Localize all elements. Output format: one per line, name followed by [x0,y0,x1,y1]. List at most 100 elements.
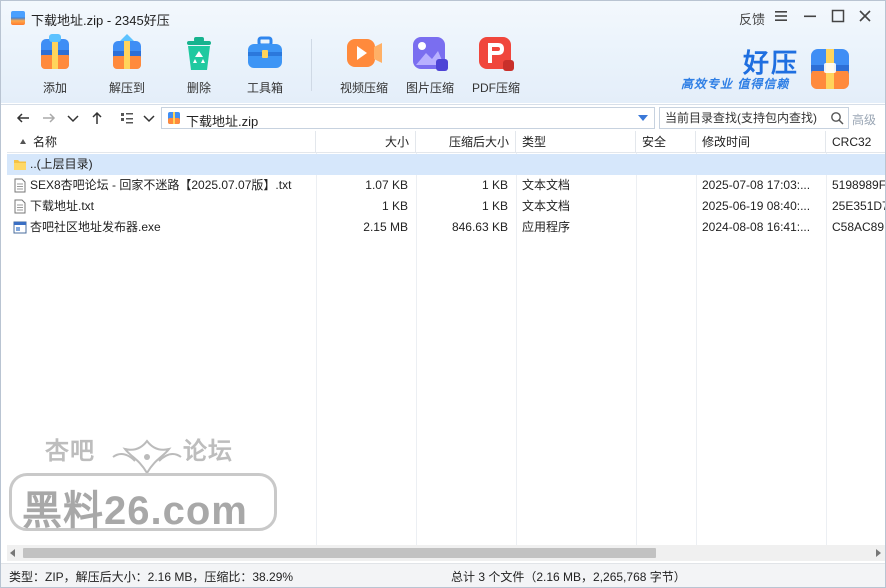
zip-archive-icon [168,112,180,124]
toolbox-button[interactable]: 工具箱 [235,33,295,99]
path-dropdown-icon[interactable] [638,115,648,121]
table-row-parent-dir[interactable]: ..(上层目录) [7,154,885,175]
row-modified: 2024-08-08 16:41:... [702,220,811,234]
row-size: 1.07 KB [365,178,408,192]
column-size-label: 大小 [384,135,409,149]
row-packed: 1 KB [481,199,508,213]
row-crc: C58AC89 [832,220,885,234]
row-packed: 1 KB [481,178,508,192]
video-compress-button[interactable]: 视频压缩 [334,33,394,99]
folder-icon [14,160,26,170]
path-text: 下载地址.zip [186,114,259,129]
delete-button-label: 删除 [186,81,211,95]
image-compress-button[interactable]: 图片压缩 [400,33,460,99]
image-compress-label: 图片压缩 [405,81,454,95]
column-crc-label: CRC32 [832,135,872,149]
up-arrow-icon[interactable] [89,110,105,126]
package-add-icon [41,34,69,69]
column-header-packed[interactable]: 压缩后大小 [416,131,516,153]
sort-ascending-icon [20,139,26,144]
row-type: 文本文档 [522,199,571,213]
row-crc: 5198989F [832,178,885,192]
toolbox-button-label: 工具箱 [246,81,283,95]
add-button-label: 添加 [42,81,67,95]
recycle-icon [187,37,211,70]
add-button[interactable]: 添加 [25,33,85,99]
extract-button-label: 解压到 [108,81,145,95]
scroll-right-icon[interactable] [876,549,881,557]
scrollbar-thumb[interactable] [23,548,656,558]
row-crc: 25E351D7 [832,199,885,213]
view-dropdown-icon[interactable] [141,110,157,126]
status-total-info: 总计 3 个文件（2.16 MB，2,265,768 字节） [451,570,686,584]
image-compress-icon [413,37,448,71]
haozip-logo-icon [811,49,849,89]
row-packed: 846.63 KB [451,220,508,234]
row-name: ..(上层目录) [30,157,93,171]
search-input[interactable] [660,108,826,128]
toolbar-separator [311,39,312,91]
brand-banner: 好压 高效专业 值得信赖 [679,41,879,95]
search-box[interactable] [659,107,849,129]
status-bar: 类型：ZIP，解压后大小：2.16 MB，压缩比：38.29% 总计 3 个文件… [1,563,885,587]
column-header-type[interactable]: 类型 [516,131,636,153]
history-dropdown-icon[interactable] [65,110,81,126]
video-compress-label: 视频压缩 [339,81,388,95]
window-title: 下载地址.zip - 2345好压 [31,13,170,28]
row-modified: 2025-07-08 17:03:... [702,178,811,192]
feedback-link[interactable]: 反馈 [739,9,765,28]
back-arrow-icon[interactable] [15,110,31,126]
column-type-label: 类型 [522,135,547,149]
status-archive-info: 类型：ZIP，解压后大小：2.16 MB，压缩比：38.29% [9,570,294,584]
maximize-icon[interactable] [830,8,846,24]
row-name: 杏吧社区地址发布器.exe [30,220,161,234]
package-extract-icon [113,34,141,69]
column-name-label: 名称 [33,135,58,149]
archive-window: 下载地址.zip - 2345好压 反馈 添加 解压到 删除 工具箱 视频压缩 … [0,0,886,588]
advanced-search-link[interactable]: 高级 [852,111,876,128]
pdf-compress-label: PDF压缩 [471,81,520,95]
brand-slogan: 高效专业 值得信赖 [681,77,790,91]
table-row[interactable]: 杏吧社区地址发布器.exe 2.15 MB 846.63 KB 应用程序 202… [7,217,885,238]
row-size: 2.15 MB [363,220,408,234]
search-icon[interactable] [830,111,844,125]
header-band: 下载地址.zip - 2345好压 反馈 添加 解压到 删除 工具箱 视频压缩 … [1,1,885,103]
app-logo-icon [11,11,25,25]
column-security-label: 安全 [642,135,667,149]
extract-button[interactable]: 解压到 [97,33,157,99]
column-packed-label: 压缩后大小 [448,135,509,149]
row-name: 下载地址.txt [30,199,95,213]
row-type: 文本文档 [522,178,571,192]
menu-icon[interactable] [773,8,789,24]
forward-arrow-icon[interactable] [41,110,57,126]
column-modified-label: 修改时间 [702,135,751,149]
video-compress-icon [347,39,382,67]
delete-button[interactable]: 删除 [169,33,229,99]
column-header-modified[interactable]: 修改时间 [696,131,826,153]
address-bar: 下载地址.zip 高级 [1,104,885,130]
title-bar: 下载地址.zip - 2345好压 反馈 [1,1,885,35]
scroll-left-icon[interactable] [10,549,15,557]
row-size: 1 KB [381,199,408,213]
row-type: 应用程序 [522,220,571,234]
column-header-size[interactable]: 大小 [316,131,416,153]
table-row[interactable]: SEX8杏吧论坛 - 回家不迷路【2025.07.07版】.txt 1.07 K… [7,175,885,196]
toolbox-icon [248,36,282,68]
row-modified: 2025-06-19 08:40:... [702,199,811,213]
exe-file-icon [13,221,27,234]
path-field[interactable]: 下载地址.zip [161,107,655,129]
row-name: SEX8杏吧论坛 - 回家不迷路【2025.07.07版】.txt [30,178,292,192]
view-mode-icon[interactable] [119,110,135,126]
text-file-icon [14,178,26,193]
pdf-compress-button[interactable]: PDF压缩 [466,33,526,99]
file-list: 名称 大小 压缩后大小 类型 安全 修改时间 CRC32 ..(上层目录) SE… [7,131,885,545]
pdf-compress-icon [479,37,514,71]
minimize-icon[interactable] [802,8,818,24]
column-header-crc[interactable]: CRC32 [826,131,885,153]
close-icon[interactable] [857,8,873,24]
column-header-security[interactable]: 安全 [636,131,696,153]
horizontal-scrollbar[interactable] [7,545,885,561]
table-row[interactable]: 下载地址.txt 1 KB 1 KB 文本文档 2025-06-19 08:40… [7,196,885,217]
column-header-name[interactable]: 名称 [7,131,316,153]
text-file-icon [14,199,26,214]
